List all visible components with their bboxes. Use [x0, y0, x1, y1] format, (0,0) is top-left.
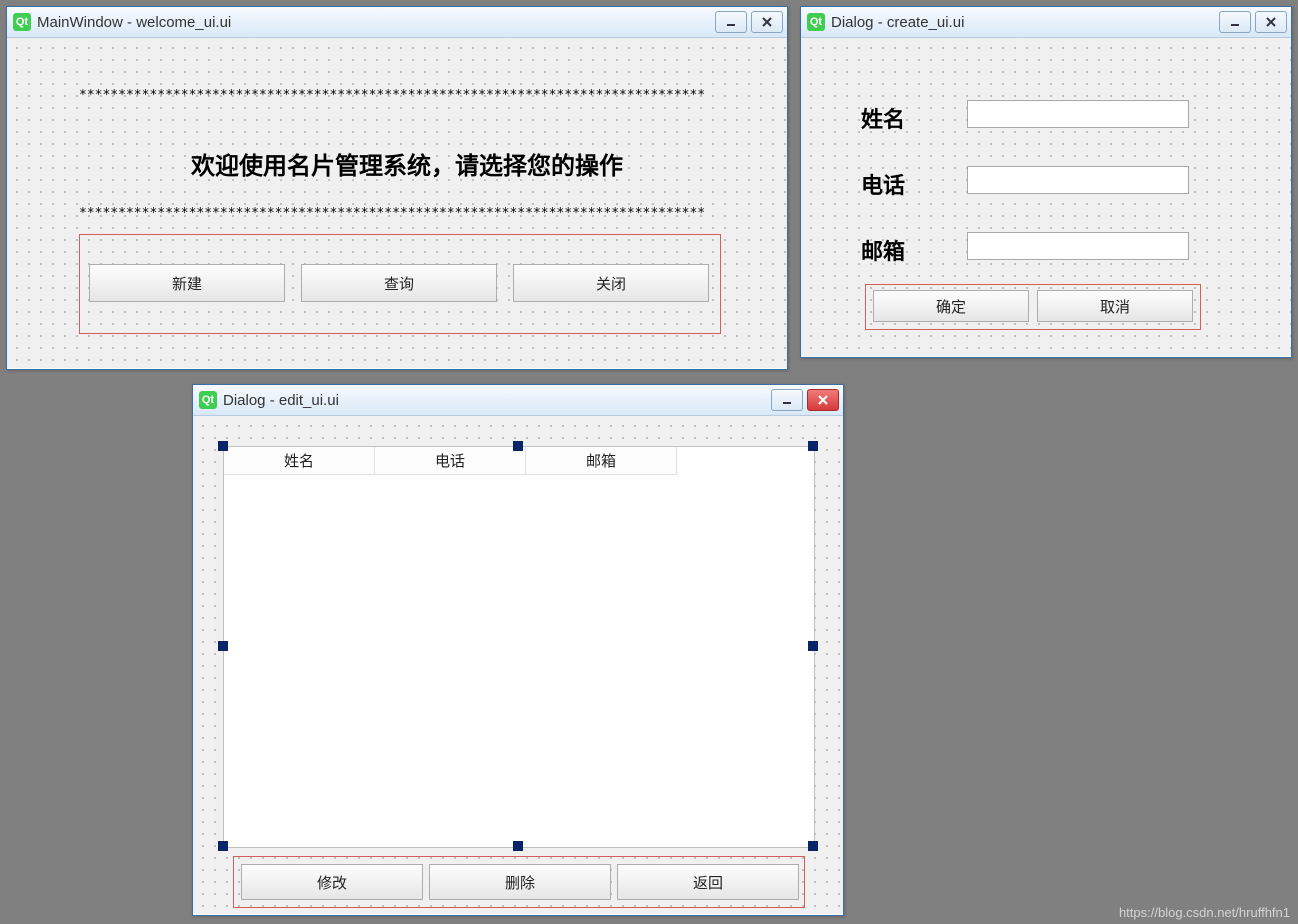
col-phone-label: 电话 [435, 450, 465, 471]
watermark: https://blog.csdn.net/hruffhfn1 [1119, 905, 1290, 920]
mail-label: 邮箱 [861, 234, 905, 266]
table-header: 姓名 电话 邮箱 [224, 447, 814, 475]
client-area: 姓名 电话 邮箱 修改 删除 返回 [193, 416, 843, 914]
delete-button[interactable]: 删除 [429, 864, 611, 900]
window-buttons [771, 389, 839, 411]
new-button[interactable]: 新建 [89, 264, 285, 302]
col-name[interactable]: 姓名 [224, 447, 375, 475]
close-button[interactable] [807, 389, 839, 411]
cancel-button-label: 取消 [1100, 296, 1130, 317]
titlebar-mainwindow[interactable]: Qt MainWindow - welcome_ui.ui [7, 7, 787, 38]
selection-handle[interactable] [218, 441, 228, 451]
titlebar-create[interactable]: Qt Dialog - create_ui.ui [801, 7, 1291, 38]
modify-button-label: 修改 [317, 872, 347, 893]
query-button[interactable]: 查询 [301, 264, 497, 302]
stars-bottom: ****************************************… [79, 206, 719, 221]
modify-button[interactable]: 修改 [241, 864, 423, 900]
phone-input[interactable] [967, 166, 1189, 194]
welcome-heading: 欢迎使用名片管理系统，请选择您的操作 [97, 146, 717, 181]
window-title: Dialog - edit_ui.ui [223, 392, 771, 409]
close-app-button[interactable]: 关闭 [513, 264, 709, 302]
phone-label: 电话 [861, 168, 905, 200]
col-mail-label: 邮箱 [586, 450, 616, 471]
close-app-button-label: 关闭 [596, 273, 626, 294]
col-mail[interactable]: 邮箱 [526, 447, 677, 475]
qt-icon: Qt [807, 13, 825, 31]
minimize-button[interactable] [771, 389, 803, 411]
cancel-button[interactable]: 取消 [1037, 290, 1193, 322]
client-area: 姓名 电话 邮箱 确定 取消 [801, 38, 1291, 356]
window-buttons [715, 11, 783, 33]
delete-button-label: 删除 [505, 872, 535, 893]
window-edit-dialog: Qt Dialog - edit_ui.ui 姓名 电话 邮箱 修改 删除 返回 [192, 384, 844, 916]
titlebar-edit[interactable]: Qt Dialog - edit_ui.ui [193, 385, 843, 416]
qt-icon: Qt [199, 391, 217, 409]
minimize-button[interactable] [1219, 11, 1251, 33]
minimize-button[interactable] [715, 11, 747, 33]
window-mainwindow: Qt MainWindow - welcome_ui.ui **********… [6, 6, 788, 370]
client-area: ****************************************… [7, 38, 787, 368]
stars-top: ****************************************… [79, 88, 719, 103]
name-input[interactable] [967, 100, 1189, 128]
selection-handle[interactable] [808, 641, 818, 651]
selection-handle[interactable] [218, 641, 228, 651]
name-label: 姓名 [861, 102, 905, 134]
window-create-dialog: Qt Dialog - create_ui.ui 姓名 电话 邮箱 确定 取消 [800, 6, 1292, 358]
selection-handle[interactable] [218, 841, 228, 851]
mail-input[interactable] [967, 232, 1189, 260]
ok-button[interactable]: 确定 [873, 290, 1029, 322]
back-button[interactable]: 返回 [617, 864, 799, 900]
selection-handle[interactable] [808, 841, 818, 851]
col-name-label: 姓名 [284, 450, 314, 471]
close-button[interactable] [1255, 11, 1287, 33]
window-buttons [1219, 11, 1287, 33]
selection-handle[interactable] [808, 441, 818, 451]
table-widget[interactable]: 姓名 电话 邮箱 [223, 446, 815, 848]
selection-handle[interactable] [513, 841, 523, 851]
col-phone[interactable]: 电话 [375, 447, 526, 475]
window-title: Dialog - create_ui.ui [831, 14, 1219, 31]
back-button-label: 返回 [693, 872, 723, 893]
close-button[interactable] [751, 11, 783, 33]
new-button-label: 新建 [172, 273, 202, 294]
selection-handle[interactable] [513, 441, 523, 451]
window-title: MainWindow - welcome_ui.ui [37, 14, 715, 31]
ok-button-label: 确定 [936, 296, 966, 317]
query-button-label: 查询 [384, 273, 414, 294]
qt-icon: Qt [13, 13, 31, 31]
